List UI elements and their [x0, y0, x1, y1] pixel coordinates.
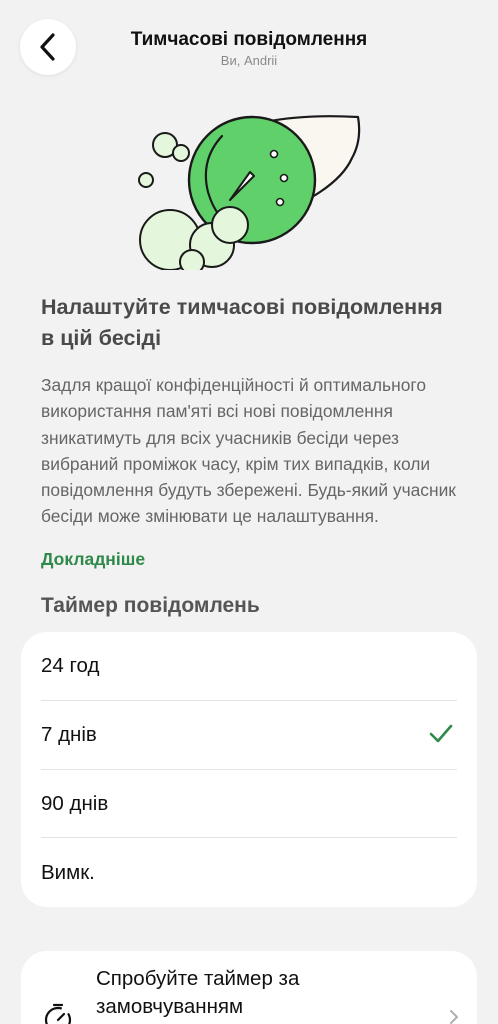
timer-option-off[interactable]: Вимк.: [21, 838, 477, 907]
timer-option-90d[interactable]: 90 днів: [21, 770, 477, 839]
default-timer-label: Спробуйте таймер за замовчуванням: [96, 967, 300, 1018]
chat-participants: Ви, Andrii: [220, 53, 278, 68]
chevron-right-icon: [450, 1010, 458, 1024]
timer-section-heading: Таймер повідомлень: [41, 594, 260, 617]
timer-option-label: 7 днів: [41, 723, 97, 747]
default-timer-row[interactable]: Спробуйте таймер за замовчуванням: [21, 951, 477, 1024]
timer-option-label: Вимк.: [41, 860, 95, 884]
intro-heading: Налаштуйте тимчасові повідомлення в цій …: [41, 295, 443, 350]
timer-options-list: 24 год 7 днів 90 днів Вимк.: [21, 632, 477, 907]
checkmark-icon: [429, 724, 453, 743]
page-title: Тимчасові повідомлення: [130, 29, 368, 50]
stopwatch-icon: [44, 1003, 72, 1024]
timer-illustration: [138, 115, 361, 270]
timer-option-7d[interactable]: 7 днів: [21, 701, 477, 770]
timer-option-label: 24 год: [41, 654, 100, 678]
intro-description: Задля кращої конфіденційності й оптималь…: [41, 375, 456, 527]
timer-option-24h[interactable]: 24 год: [21, 632, 477, 701]
timer-option-label: 90 днів: [41, 791, 109, 815]
learn-more-link[interactable]: Докладніше: [41, 549, 145, 570]
